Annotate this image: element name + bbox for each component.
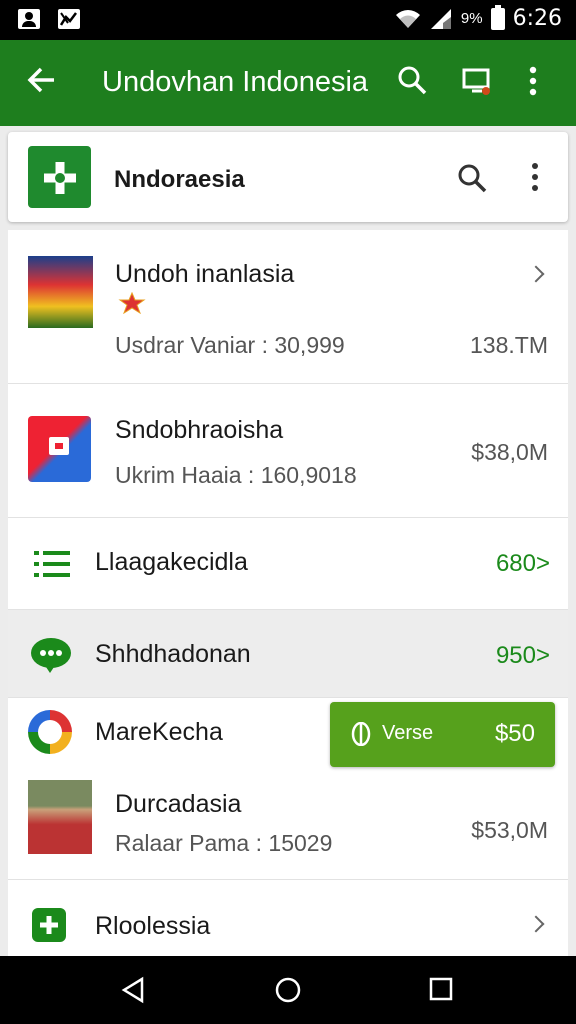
item-subtitle: Ukrim Haaia : 160,9018 xyxy=(115,462,357,488)
chevron-right-icon xyxy=(527,915,545,933)
verse-price-button[interactable]: Verse $50 xyxy=(330,702,555,767)
leaf-icon xyxy=(350,721,372,751)
search-card-title: Nndoraesia xyxy=(114,166,245,193)
brand-circle-icon xyxy=(28,710,72,754)
battery-percent: 9% xyxy=(460,10,483,27)
app-logo-icon xyxy=(28,146,91,208)
wifi-icon xyxy=(395,9,420,28)
chat-icon xyxy=(30,636,72,679)
item-title: Durcadasia xyxy=(115,790,242,818)
person-icon xyxy=(18,9,40,29)
app-bar: Undovhan Indonesia xyxy=(0,40,576,126)
item-subtitle: Usdrar Vaniar : 30,999 xyxy=(115,332,345,358)
battery-icon xyxy=(490,4,505,30)
person-photo xyxy=(28,780,92,854)
item-thumbnail xyxy=(28,416,91,482)
search-icon[interactable] xyxy=(396,64,428,101)
verse-price: $50 xyxy=(494,720,535,747)
list-icon xyxy=(34,548,70,585)
list-item-selected[interactable]: Shhdhadonan 950> xyxy=(8,610,568,698)
item-value: 950> xyxy=(495,642,550,669)
item-title: Rloolessia xyxy=(95,912,211,940)
app-title: Undovhan Indonesia xyxy=(102,66,369,98)
cast-icon[interactable] xyxy=(462,67,492,102)
more-vert-icon[interactable] xyxy=(530,162,540,197)
item-title: Llaagakecidla xyxy=(95,548,248,576)
item-value: 680> xyxy=(495,550,550,577)
recents-square-icon[interactable] xyxy=(428,976,454,1007)
back-triangle-icon[interactable] xyxy=(120,976,146,1009)
item-value: $53,0M xyxy=(471,817,548,843)
item-value: 138.TM xyxy=(470,332,548,358)
app-icon xyxy=(32,908,66,942)
list-item[interactable]: Durcadasia Ralaar Pama : 15029 $53,0M xyxy=(8,770,568,880)
navigation-bar xyxy=(0,956,576,1024)
list-item[interactable]: Rloolessia xyxy=(8,880,568,956)
signal-icon xyxy=(430,8,451,29)
chart-icon xyxy=(58,9,80,29)
back-arrow-icon[interactable] xyxy=(26,65,56,101)
search-icon[interactable] xyxy=(456,162,488,199)
verse-label: Verse xyxy=(382,722,434,744)
item-list: Undoh inanlasia Usdrar Vaniar : 30,999 1… xyxy=(8,230,568,956)
item-title: Sndobhraoisha xyxy=(115,416,284,444)
item-title: MareKecha xyxy=(95,718,223,746)
search-card[interactable]: Nndoraesia xyxy=(8,132,568,222)
home-circle-icon[interactable] xyxy=(274,976,302,1009)
chevron-right-icon xyxy=(527,265,545,283)
clock-time: 6:26 xyxy=(512,6,562,31)
status-bar: 9% 6:26 xyxy=(0,0,576,40)
list-item[interactable]: Undoh inanlasia Usdrar Vaniar : 30,999 1… xyxy=(8,230,568,384)
more-vert-icon[interactable] xyxy=(528,66,538,101)
item-subtitle: Ralaar Pama : 15029 xyxy=(115,830,333,856)
list-item[interactable]: Sndobhraoisha Ukrim Haaia : 160,9018 $38… xyxy=(8,384,568,518)
item-title: Undoh inanlasia xyxy=(115,260,295,288)
item-value: $38,0M xyxy=(471,439,548,465)
list-item[interactable]: Llaagakecidla 680> xyxy=(8,518,568,610)
item-title: Shhdhadonan xyxy=(95,640,251,668)
flag-icon xyxy=(118,291,146,319)
item-thumbnail xyxy=(28,256,93,328)
